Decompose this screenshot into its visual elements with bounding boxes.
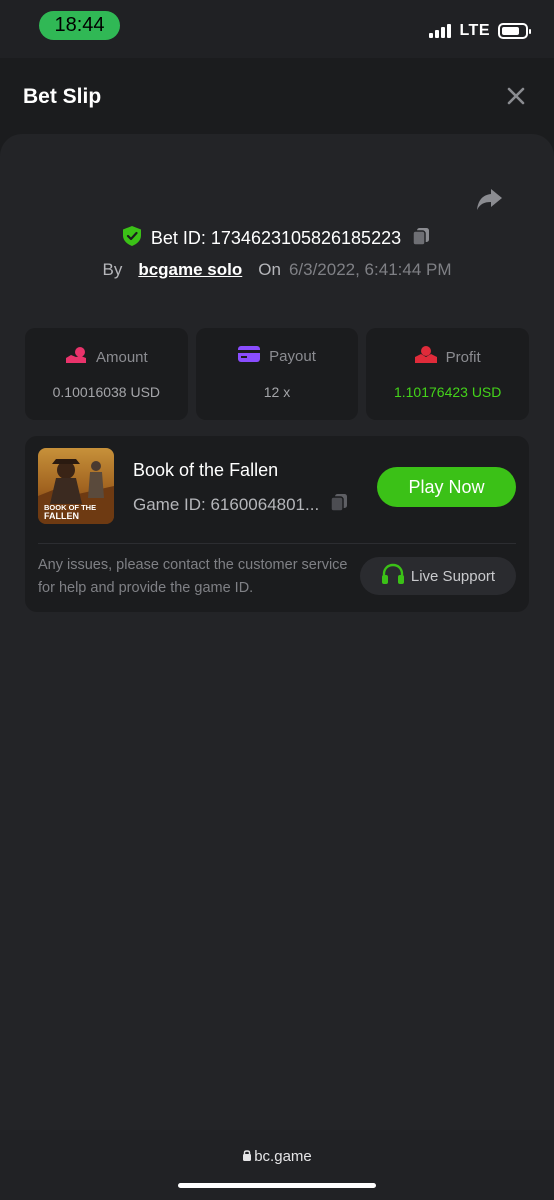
home-indicator[interactable]	[178, 1183, 376, 1188]
game-thumbnail[interactable]: BOOK OF THE FALLEN	[38, 448, 114, 524]
stat-label: Payout	[269, 347, 316, 365]
coin-hand-icon	[65, 346, 87, 368]
game-card: BOOK OF THE FALLEN Book of the Fallen Ga…	[25, 436, 529, 612]
stat-label: Profit	[445, 348, 481, 366]
divider	[38, 543, 516, 544]
stat-profit: Profit 1.10176423 USD	[366, 328, 530, 420]
url-text: bc.game	[254, 1148, 312, 1165]
bet-id-row: Bet ID: 1734623105826185223	[0, 225, 554, 251]
bet-id: Bet ID: 1734623105826185223	[150, 227, 402, 248]
status-indicators: LTE	[429, 20, 531, 42]
headset-icon	[381, 563, 405, 590]
bet-slip-header: Bet Slip	[0, 58, 554, 134]
live-support-label: Live Support	[410, 567, 496, 585]
browser-bar: bc.game	[0, 1130, 554, 1200]
share-icon[interactable]	[474, 184, 504, 214]
help-text: Any issues, please contact the customer …	[38, 557, 348, 596]
on-label: On	[258, 260, 281, 279]
lock-icon	[242, 1148, 252, 1165]
signal-icon	[429, 24, 452, 38]
battery-icon	[498, 23, 531, 39]
bet-date: 6/3/2022, 6:41:44 PM	[288, 260, 452, 279]
stat-label: Amount	[95, 348, 148, 366]
copy-icon[interactable]	[411, 226, 431, 251]
stat-amount: Amount 0.10016038 USD	[25, 328, 188, 420]
game-name: Book of the Fallen	[133, 460, 279, 480]
network-label: LTE	[459, 22, 490, 39]
copy-icon[interactable]	[329, 492, 349, 517]
by-label: By	[102, 260, 123, 279]
verified-shield-icon	[122, 225, 141, 251]
bet-stats: Amount 0.10016038 USD Payout 12 x Profit…	[25, 328, 530, 420]
bet-meta-row: By bcgame solo On 6/3/2022, 6:41:44 PM	[0, 258, 554, 282]
profit-icon	[414, 346, 437, 368]
card-icon	[238, 346, 261, 366]
stat-value: 0.10016038 USD	[52, 384, 161, 400]
status-time: 18:44	[39, 11, 120, 40]
author-link[interactable]: bcgame solo	[138, 260, 242, 280]
game-id: Game ID: 6160064801...	[133, 494, 320, 514]
stat-value: 1.10176423 USD	[393, 384, 502, 400]
page-title: Bet Slip	[23, 85, 102, 108]
live-support-button[interactable]: Live Support	[360, 557, 516, 595]
thumb-title-line2: FALLEN	[44, 511, 79, 521]
game-id-row: Game ID: 6160064801...	[133, 492, 349, 517]
play-now-button[interactable]: Play Now	[377, 467, 516, 507]
close-icon[interactable]	[504, 84, 528, 108]
stat-value: 12 x	[263, 384, 291, 400]
bet-slip-panel	[0, 134, 554, 1130]
status-bar: 18:44 LTE	[0, 0, 554, 58]
stat-payout: Payout 12 x	[195, 328, 359, 420]
url-bar[interactable]: bc.game	[0, 1148, 554, 1165]
